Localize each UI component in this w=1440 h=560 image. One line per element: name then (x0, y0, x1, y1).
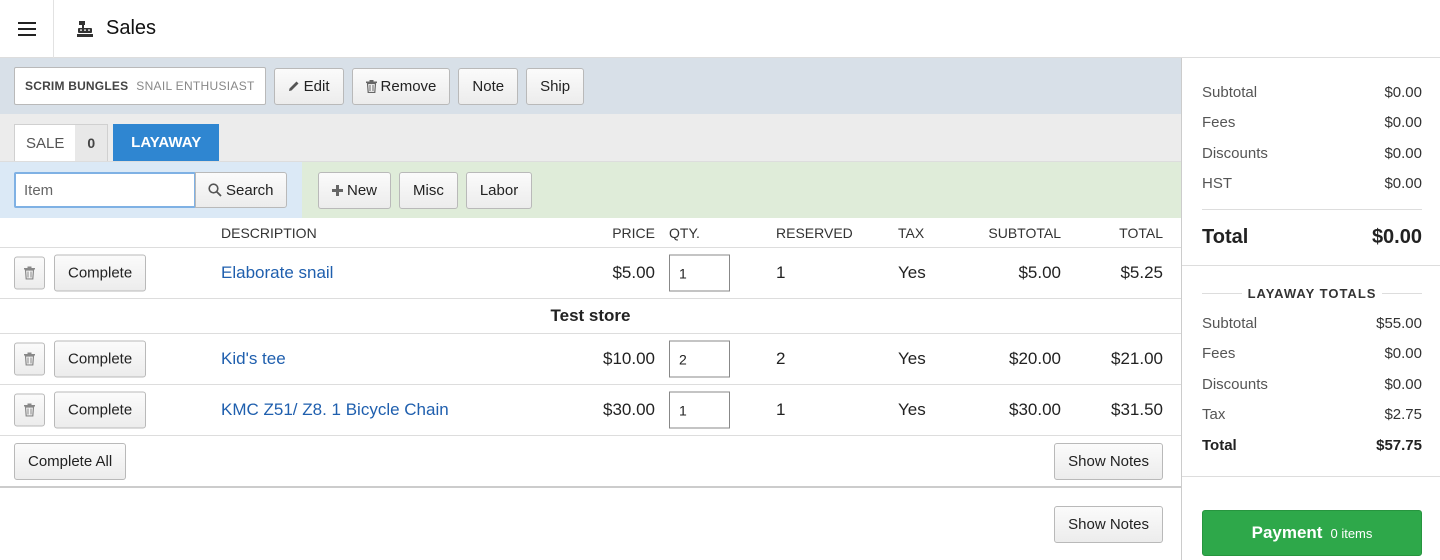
search-button[interactable]: Search (195, 172, 287, 208)
table-footer: Complete All Show Notes (0, 436, 1181, 488)
layaway-totals-heading: LAYAWAY TOTALS (1202, 278, 1422, 308)
payment-button[interactable]: Payment 0 items (1202, 510, 1422, 556)
new-label: New (347, 181, 378, 199)
col-subtotal: SUBTOTAL (988, 224, 1061, 241)
col-total: TOTAL (1119, 224, 1163, 241)
item-total: $31.50 (1111, 400, 1163, 419)
labor-button[interactable]: Labor (465, 171, 533, 209)
layaway-subtotal: Subtotal $55.00 (1202, 314, 1422, 332)
item-total: $5.25 (1120, 263, 1163, 282)
col-description: DESCRIPTION (221, 224, 317, 241)
page-title: Sales (106, 17, 157, 39)
delete-row-button[interactable] (14, 256, 45, 290)
complete-button[interactable]: Complete (54, 254, 147, 292)
qty-input[interactable] (669, 254, 730, 292)
tab-sale-label: SALE (26, 134, 65, 152)
customer-badge[interactable]: SCRIM BUNGLES SNAIL ENTHUSIAST (14, 67, 266, 105)
complete-button[interactable]: Complete (54, 391, 147, 429)
summary-subtotal: Subtotal $0.00 (1202, 83, 1422, 101)
ship-button[interactable]: Ship (526, 67, 585, 105)
layaway-fees: Fees $0.00 (1202, 345, 1422, 363)
delete-row-button[interactable] (14, 342, 45, 376)
pencil-icon (288, 81, 299, 91)
item-total: $21.00 (1111, 349, 1163, 368)
search-label: Search (226, 181, 274, 199)
trash-icon (24, 352, 35, 366)
item-price: $10.00 (603, 349, 655, 368)
item-price: $30.00 (603, 400, 655, 419)
qty-input[interactable] (669, 391, 730, 429)
cash-register-icon (76, 20, 94, 38)
item-description-link[interactable]: Elaborate snail (221, 263, 333, 283)
tab-layaway[interactable]: LAYAWAY (113, 124, 220, 161)
item-subtotal: $5.00 (1018, 263, 1061, 282)
edit-label: Edit (303, 77, 330, 95)
store-group-header: Test store (0, 299, 1181, 334)
trash-icon (24, 266, 35, 280)
payment-item-count: 0 items (1330, 525, 1373, 541)
item-reserved: 1 (776, 263, 786, 282)
item-description-link[interactable]: Kid's tee (221, 349, 286, 369)
item-tax: Yes (898, 349, 926, 368)
complete-button[interactable]: Complete (54, 340, 147, 378)
remove-button[interactable]: Remove (351, 67, 451, 105)
item-tax: Yes (898, 263, 926, 282)
note-button[interactable]: Note (458, 67, 519, 105)
plus-icon (332, 184, 343, 196)
col-qty: QTY. (669, 224, 700, 241)
col-tax: TAX (898, 224, 925, 241)
summary-total: Total $0.00 (1202, 209, 1422, 265)
item-price: $5.00 (612, 263, 655, 282)
hamburger-icon[interactable] (0, 0, 54, 58)
summary-discounts: Discounts $0.00 (1202, 144, 1422, 162)
remove-label: Remove (380, 77, 437, 95)
tab-sale-count: 0 (75, 125, 108, 161)
table-row: Complete Kid's tee $10.00 2 Yes $20.00 $… (0, 334, 1181, 385)
item-tax: Yes (898, 400, 926, 419)
complete-all-button[interactable]: Complete All (14, 443, 127, 480)
customer-bar: SCRIM BUNGLES SNAIL ENTHUSIAST Edit Remo… (0, 58, 1181, 114)
show-notes-bottom-button[interactable]: Show Notes (1054, 506, 1163, 543)
payment-label: Payment (1251, 523, 1323, 542)
totals-sidebar: Subtotal $0.00 Fees $0.00 Discounts $0.00 H… (1182, 58, 1440, 560)
table-header: DESCRIPTION PRICE QTY. RESERVED TAX SUBT… (0, 218, 1181, 248)
layaway-tax: Tax $2.75 (1202, 406, 1422, 424)
customer-title: SNAIL ENTHUSIAST (136, 79, 255, 93)
table-row: Complete KMC Z51/ Z8. 1 Bicycle Chain $3… (0, 385, 1181, 436)
item-reserved: 2 (776, 349, 786, 368)
summary-fees: Fees $0.00 (1202, 114, 1422, 132)
trash-icon (24, 403, 35, 417)
summary-hst: HST $0.00 (1202, 175, 1422, 193)
layaway-discounts: Discounts $0.00 (1202, 375, 1422, 393)
trash-icon (365, 79, 377, 93)
col-price: PRICE (612, 224, 655, 241)
top-bar: Sales (0, 0, 1440, 58)
main-panel: SCRIM BUNGLES SNAIL ENTHUSIAST Edit Remo… (0, 58, 1182, 560)
table-row: Complete Elaborate snail $5.00 1 Yes $5.… (0, 248, 1181, 299)
item-search-input[interactable] (14, 172, 196, 208)
col-reserved: RESERVED (776, 224, 853, 241)
item-subtotal: $20.00 (1009, 349, 1061, 368)
new-item-button[interactable]: New (318, 171, 392, 209)
customer-name: SCRIM BUNGLES (25, 79, 129, 93)
qty-input[interactable] (669, 340, 730, 378)
sale-tabs: SALE 0 LAYAWAY (0, 114, 1181, 162)
item-description-link[interactable]: KMC Z51/ Z8. 1 Bicycle Chain (221, 400, 449, 420)
bottom-actions: Show Notes (0, 488, 1181, 558)
item-bar: Search New Misc Labor (0, 162, 1181, 218)
edit-button[interactable]: Edit (273, 67, 344, 105)
show-notes-button[interactable]: Show Notes (1054, 443, 1163, 480)
item-reserved: 1 (776, 400, 786, 419)
item-subtotal: $30.00 (1009, 400, 1061, 419)
layaway-total: Total $57.75 (1202, 436, 1422, 454)
tab-sale[interactable]: SALE 0 (14, 124, 109, 161)
search-icon (208, 183, 222, 197)
misc-button[interactable]: Misc (399, 171, 458, 209)
delete-row-button[interactable] (14, 393, 45, 427)
